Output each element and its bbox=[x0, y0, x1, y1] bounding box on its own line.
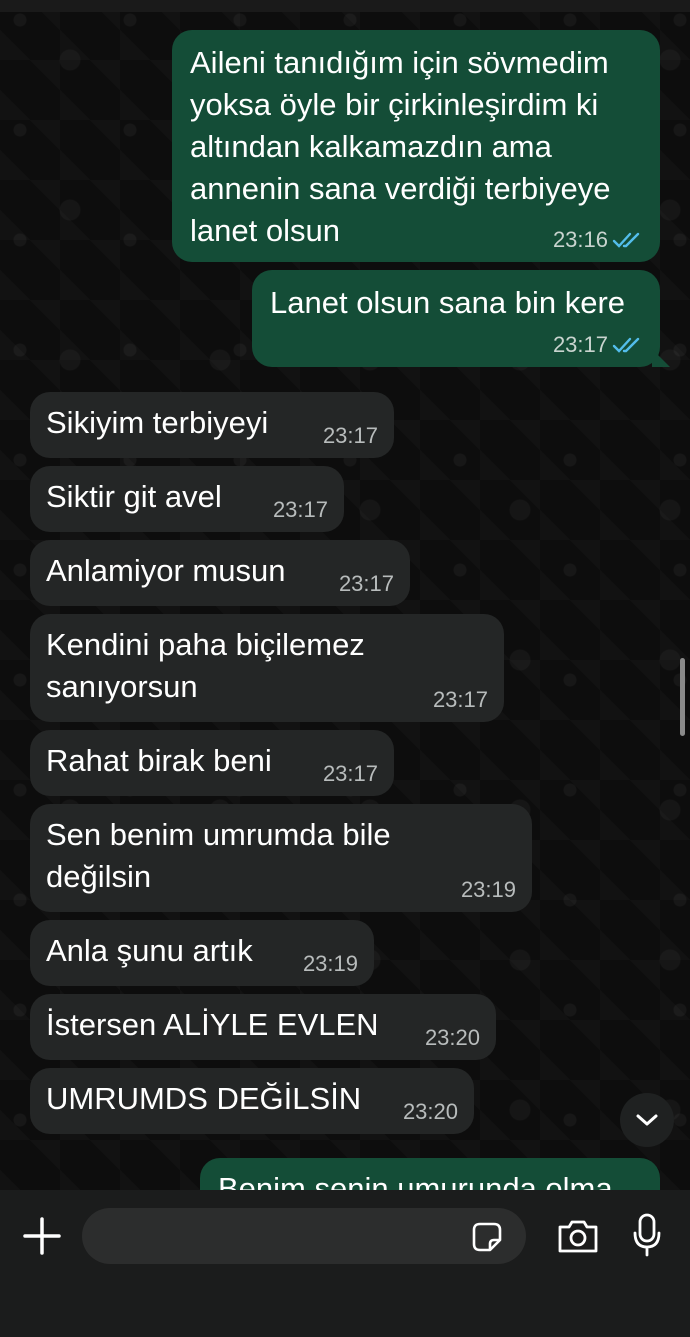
microphone-icon[interactable] bbox=[632, 1213, 662, 1257]
message-meta: 23:17 bbox=[323, 422, 378, 450]
message-incoming[interactable]: Sikiyim terbiyeyi 23:17 bbox=[30, 392, 394, 458]
header-edge bbox=[0, 0, 690, 12]
message-incoming[interactable]: Siktir git avel 23:17 bbox=[30, 466, 344, 532]
message-text: Benim senin umurunda olma bbox=[218, 1171, 613, 1190]
message-text: Aileni tanıdığım için sövmedim yoksa öyl… bbox=[190, 45, 611, 248]
message-incoming[interactable]: Anlamiyor musun 23:17 bbox=[30, 540, 410, 606]
message-outgoing[interactable]: Lanet olsun sana bin kere 23:17 bbox=[252, 270, 670, 367]
plus-icon[interactable] bbox=[22, 1216, 62, 1256]
message-incoming[interactable]: Kendini paha biçilemez sanıyorsun 23:17 bbox=[30, 614, 504, 722]
message-time: 23:17 bbox=[322, 761, 378, 786]
scrollbar[interactable] bbox=[680, 658, 685, 736]
message-meta: 23:16 bbox=[553, 226, 644, 254]
message-time: 23:17 bbox=[552, 332, 608, 357]
message-meta: 23:20 bbox=[425, 1024, 480, 1052]
message-time: 23:19 bbox=[460, 877, 516, 902]
message-incoming[interactable]: UMRUMDS DEĞİLSİN 23:20 bbox=[30, 1068, 474, 1134]
message-meta: 23:20 bbox=[403, 1098, 458, 1126]
chat-area[interactable]: Aileni tanıdığım için sövmedim yoksa öyl… bbox=[0, 0, 690, 1190]
camera-icon[interactable] bbox=[556, 1217, 600, 1255]
scroll-to-bottom-button[interactable] bbox=[620, 1093, 674, 1147]
message-time: 23:17 bbox=[322, 423, 378, 448]
message-time: 23:20 bbox=[402, 1099, 458, 1124]
message-time: 23:19 bbox=[302, 951, 358, 976]
message-meta: 23:17 bbox=[339, 570, 394, 598]
message-outgoing[interactable]: Benim senin umurunda olma bbox=[200, 1158, 660, 1190]
message-meta: 23:17 bbox=[553, 331, 644, 359]
message-meta: 23:17 bbox=[433, 686, 488, 714]
message-input[interactable] bbox=[82, 1208, 526, 1264]
message-time: 23:20 bbox=[424, 1025, 480, 1050]
message-meta: 23:17 bbox=[273, 496, 328, 524]
message-meta: 23:19 bbox=[461, 876, 516, 904]
message-meta: 23:17 bbox=[323, 760, 378, 788]
message-time: 23:16 bbox=[552, 227, 608, 252]
message-text: UMRUMDS DEĞİLSİN bbox=[46, 1081, 362, 1116]
message-incoming[interactable]: İstersen ALİYLE EVLEN 23:20 bbox=[30, 994, 496, 1060]
message-text: İstersen ALİYLE EVLEN bbox=[46, 1007, 379, 1042]
message-incoming[interactable]: Rahat birak beni 23:17 bbox=[30, 730, 394, 796]
message-incoming[interactable]: Sen benim umrumda bile değilsin 23:19 bbox=[30, 804, 532, 912]
message-time: 23:17 bbox=[272, 497, 328, 522]
read-ticks-icon bbox=[612, 337, 640, 353]
read-ticks-icon bbox=[612, 232, 640, 248]
message-time: 23:17 bbox=[432, 687, 488, 712]
message-text: Sen benim umrumda bile değilsin bbox=[46, 817, 391, 894]
sticker-icon[interactable] bbox=[470, 1220, 504, 1254]
message-incoming[interactable]: Anla şunu artık 23:19 bbox=[30, 920, 374, 986]
message-text: Kendini paha biçilemez sanıyorsun bbox=[46, 627, 365, 704]
message-outgoing[interactable]: Aileni tanıdığım için sövmedim yoksa öyl… bbox=[172, 30, 660, 262]
message-time: 23:17 bbox=[338, 571, 394, 596]
message-meta: 23:19 bbox=[303, 950, 358, 978]
bubble-tail bbox=[652, 349, 670, 367]
chevron-down-icon bbox=[636, 1114, 658, 1126]
message-text: Lanet olsun sana bin kere bbox=[270, 285, 626, 320]
